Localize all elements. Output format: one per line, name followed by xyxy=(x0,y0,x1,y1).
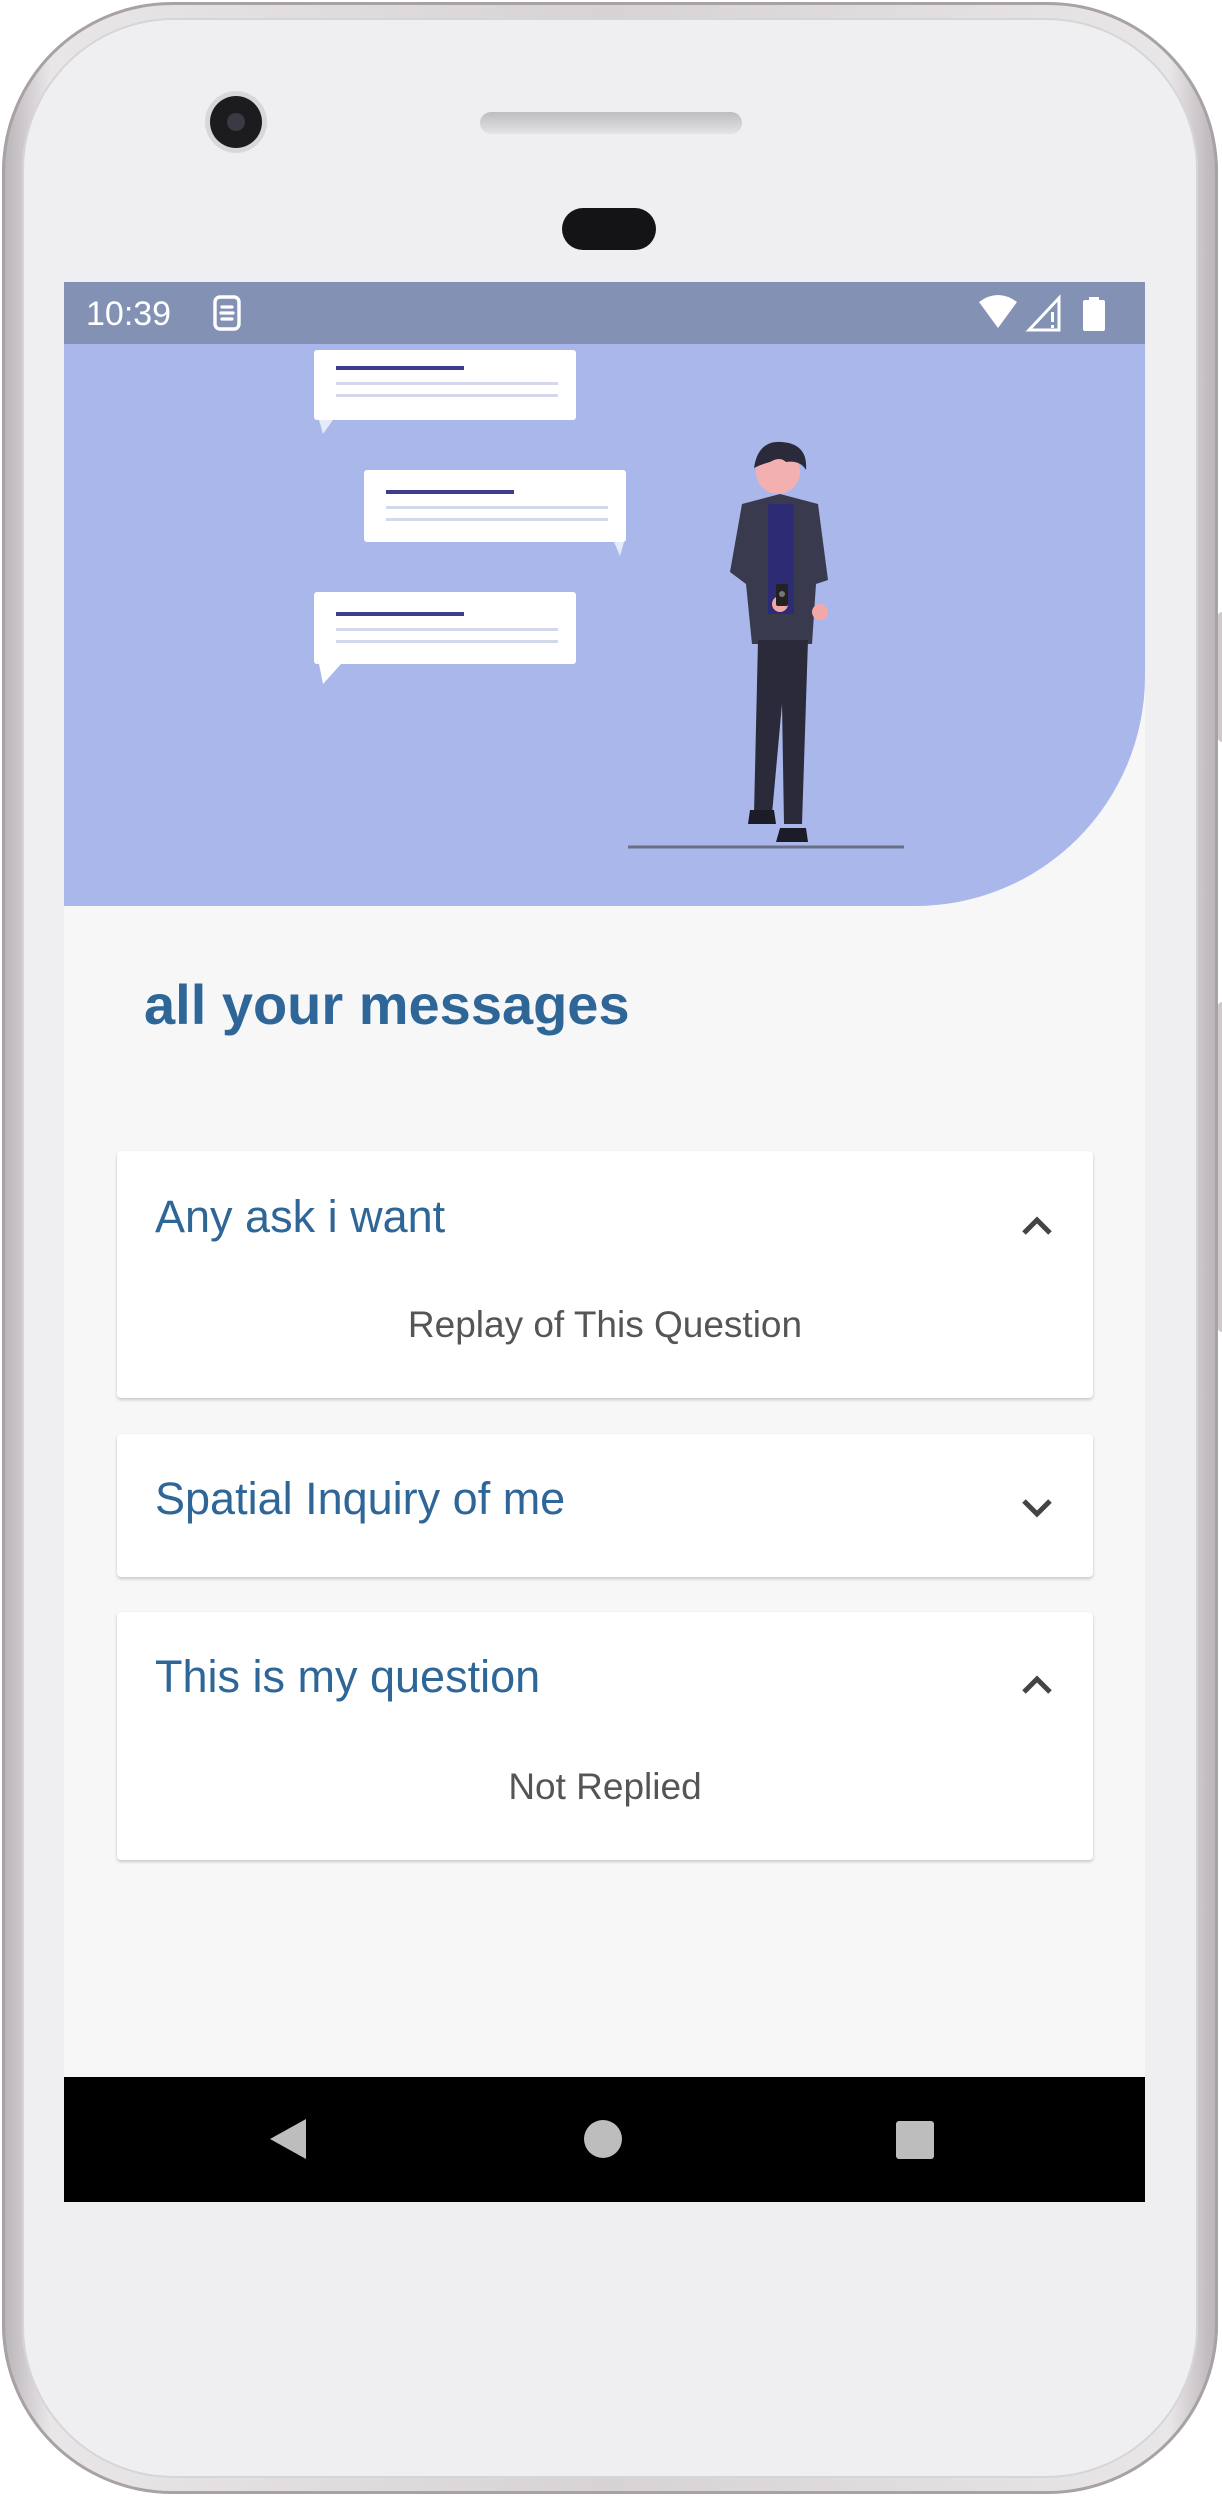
earpiece-speaker xyxy=(480,112,742,134)
system-navigation-bar xyxy=(64,2077,1145,2202)
back-icon[interactable] xyxy=(268,2117,308,2161)
battery-icon xyxy=(1083,297,1105,331)
chevron-down-icon[interactable] xyxy=(1017,1492,1057,1522)
home-icon[interactable] xyxy=(584,2120,622,2158)
person-with-message-bubbles-illustration xyxy=(314,350,904,849)
front-camera xyxy=(210,96,262,148)
message-card: Any ask i want Replay of This Question xyxy=(117,1151,1093,1398)
signal-icon xyxy=(1025,294,1061,332)
proximity-sensor xyxy=(562,208,656,250)
message-question[interactable]: Any ask i want xyxy=(155,1191,445,1243)
recents-icon[interactable] xyxy=(896,2121,934,2159)
message-question[interactable]: This is my question xyxy=(155,1651,540,1703)
message-bubble-1 xyxy=(314,350,576,434)
chevron-up-icon[interactable] xyxy=(1017,1670,1057,1700)
message-reply: Replay of This Question xyxy=(407,1304,803,1345)
page-title: all your messages xyxy=(144,973,630,1036)
power-button xyxy=(1218,612,1222,742)
message-bubble-2 xyxy=(364,470,626,556)
status-icons xyxy=(979,294,1105,332)
message-bubble-3 xyxy=(314,592,576,684)
message-card: Spatial Inquiry of me xyxy=(117,1434,1093,1577)
status-bar: 10:39 xyxy=(64,282,1145,344)
volume-button xyxy=(1218,1002,1222,1332)
chevron-up-icon[interactable] xyxy=(1017,1211,1057,1241)
app-screen: 10:39 all your messages Any ask i want R… xyxy=(64,282,1145,2202)
wifi-icon xyxy=(979,295,1017,328)
status-time: 10:39 xyxy=(86,295,172,333)
message-reply: Not Replied xyxy=(508,1766,702,1807)
hero-banner xyxy=(64,344,1145,906)
standing-person xyxy=(628,441,904,849)
sim-notification-icon xyxy=(213,295,241,331)
message-card: This is my question Not Replied xyxy=(117,1612,1093,1860)
message-question[interactable]: Spatial Inquiry of me xyxy=(155,1473,565,1525)
